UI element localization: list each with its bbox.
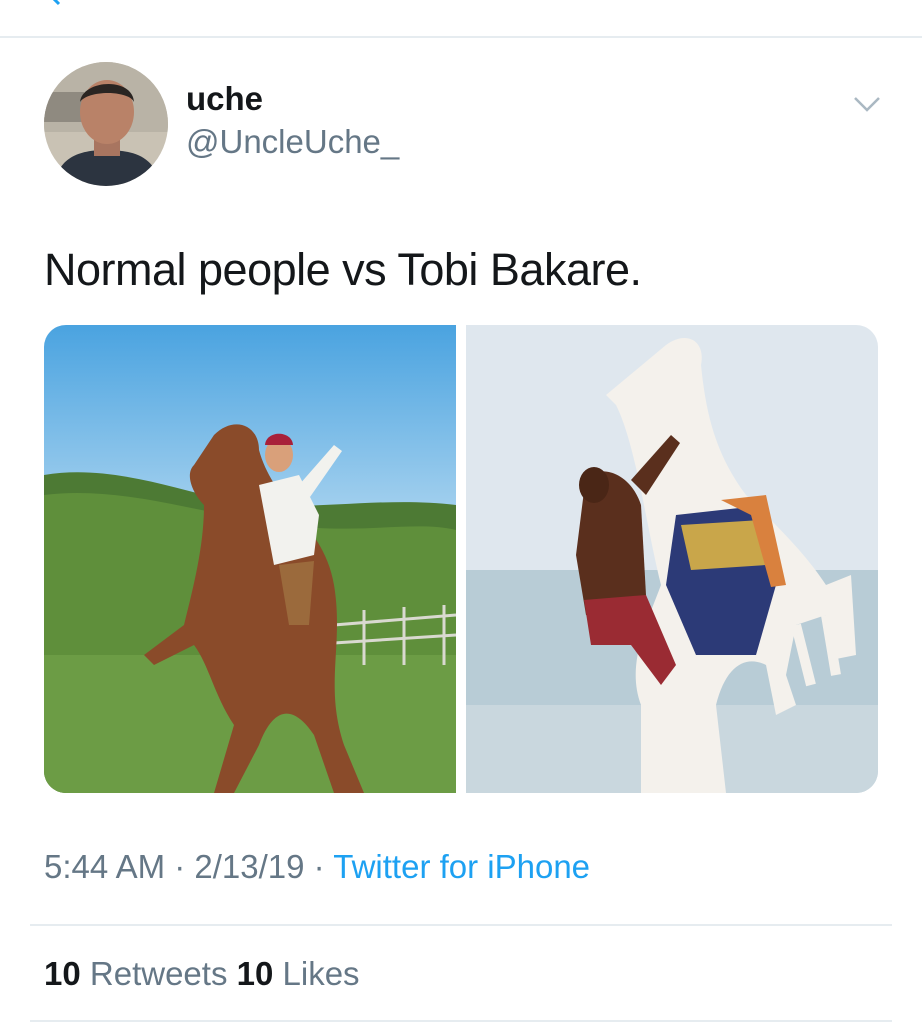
tweet-stats: 10 Retweets 10 Likes	[44, 955, 360, 993]
retweets-count: 10	[44, 955, 81, 992]
retweets-label: Retweets	[89, 955, 228, 992]
top-navigation-bar	[0, 0, 922, 38]
meta-separator: ·	[304, 848, 334, 885]
divider	[30, 924, 892, 926]
chevron-left-icon[interactable]	[44, 0, 66, 6]
likes-count: 10	[236, 955, 274, 992]
likes-label: Likes	[282, 955, 360, 992]
tweet-media	[44, 325, 878, 793]
meta-separator: ·	[165, 848, 195, 885]
retweets-stat[interactable]: 10 Retweets	[44, 955, 227, 992]
likes-stat[interactable]: 10 Likes	[237, 955, 360, 992]
tweet-source-link[interactable]: Twitter for iPhone	[333, 848, 590, 885]
photo-horse-rider-meadow[interactable]	[44, 325, 456, 793]
tweet-text: Normal people vs Tobi Bakare.	[44, 244, 642, 295]
chevron-down-icon[interactable]	[852, 94, 882, 114]
avatar[interactable]	[44, 62, 168, 186]
author-name[interactable]: uche	[186, 80, 263, 118]
photo-rearing-white-horse-beach[interactable]	[466, 325, 878, 793]
tweet-time: 5:44 AM	[44, 848, 166, 885]
divider	[30, 1020, 892, 1022]
tweet-date: 2/13/19	[194, 848, 305, 885]
tweet-metadata: 5:44 AM · 2/13/19 · Twitter for iPhone	[44, 848, 590, 886]
author-handle[interactable]: @UncleUche_	[186, 123, 399, 161]
